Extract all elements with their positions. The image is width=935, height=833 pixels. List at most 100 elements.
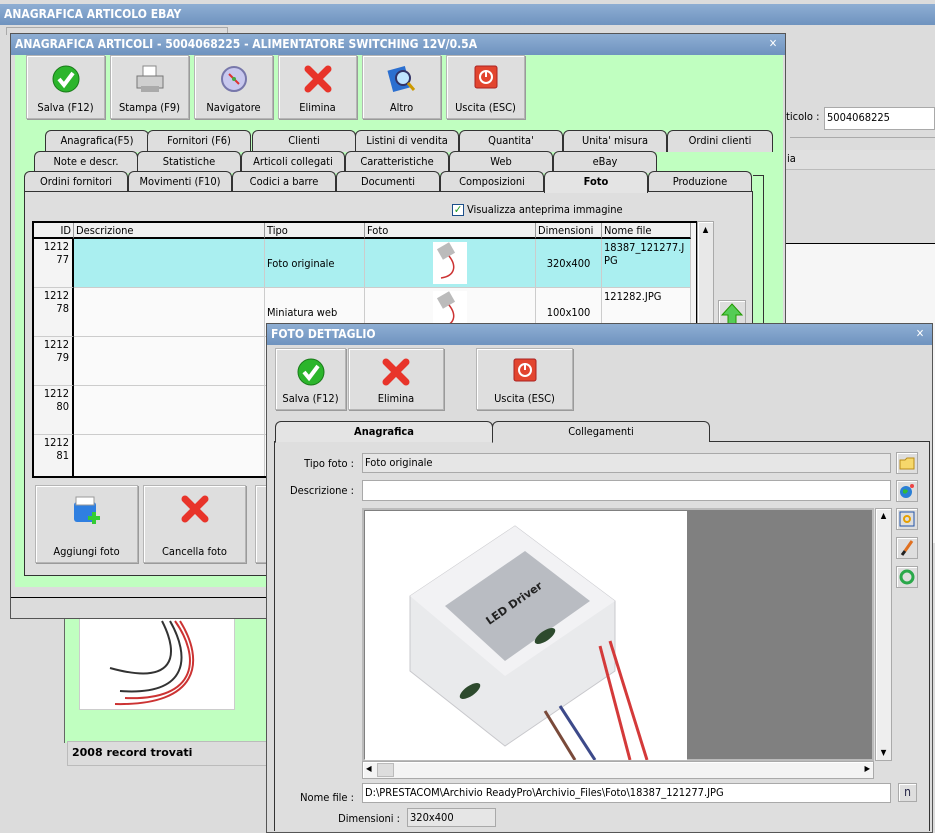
column-header-descrizione[interactable]: Descrizione (74, 223, 265, 239)
toolbar-button-salva-f12[interactable]: Salva (F12) (26, 55, 105, 119)
tab-ordini-fornitori[interactable]: Ordini fornitori (24, 171, 128, 193)
arrow-up-icon (720, 303, 744, 325)
tab-unita-misura[interactable]: Unita' misura (563, 130, 667, 152)
image-viewer[interactable]: LED Driver (362, 508, 874, 761)
power-icon (512, 357, 538, 386)
table-row-id[interactable]: 121278 (34, 288, 74, 337)
column-header-nome-file[interactable]: Nome file (602, 223, 691, 239)
scroll-down-icon[interactable]: ▼ (876, 746, 891, 760)
button-label: Uscita (ESC) (494, 392, 555, 405)
tab-movimenti-f10[interactable]: Movimenti (F10) (128, 171, 232, 193)
toolbar-button-altro[interactable]: Altro (362, 55, 441, 119)
toolbar-button-stampa-f9[interactable]: Stampa (F9) (110, 55, 189, 119)
detail-button-uscita-esc[interactable]: Uscita (ESC) (476, 348, 573, 410)
checkbox-checked-icon[interactable]: ✓ (452, 203, 464, 216)
tab-documenti[interactable]: Documenti (336, 171, 440, 193)
bottom-button-cancella-foto[interactable]: Cancella foto (143, 485, 246, 563)
rename-button[interactable]: n (898, 783, 917, 802)
scroll-thumb[interactable] (377, 763, 394, 777)
table-cell-descrizione[interactable] (74, 337, 265, 386)
browse-button[interactable] (896, 452, 918, 474)
button-label: Stampa (F9) (118, 101, 181, 114)
tab-quantita[interactable]: Quantita' (459, 130, 563, 152)
globe-button[interactable] (896, 480, 918, 502)
tab-caratteristiche[interactable]: Caratteristiche (345, 151, 449, 173)
title-text: ANAGRAFICA ARTICOLO EBAY (4, 7, 182, 21)
scroll-left-icon[interactable]: ◀ (366, 764, 372, 773)
edit-button[interactable] (896, 537, 918, 559)
button-label: Elimina (299, 101, 336, 114)
tab-collegamenti[interactable]: Collegamenti (492, 421, 710, 442)
image-hscrollbar[interactable]: ◀ ▶ (362, 761, 874, 779)
table-cell-descrizione[interactable] (74, 386, 265, 435)
product-thumbnail (79, 615, 235, 710)
button-label: Uscita (ESC) (455, 101, 516, 114)
table-row-id[interactable]: 121279 (34, 337, 74, 386)
tab-web[interactable]: Web (449, 151, 553, 173)
tipo-foto-field[interactable]: Foto originale (362, 453, 891, 473)
close-icon[interactable]: ✕ (914, 327, 926, 340)
refresh-button[interactable] (896, 566, 918, 588)
table-row-id[interactable]: 121281 (34, 435, 74, 476)
main-window-title: ANAGRAFICA ARTICOLI - 5004068225 - ALIME… (11, 34, 785, 55)
table-row-id[interactable]: 121280 (34, 386, 74, 435)
column-header-tipo[interactable]: Tipo (265, 223, 365, 239)
tab-codici-a-barre[interactable]: Codici a barre (232, 171, 336, 193)
nome-file-field[interactable]: D:\PRESTACOM\Archivio ReadyPro\Archivio_… (362, 783, 891, 803)
tab-fornitori-f6[interactable]: Fornitori (F6) (147, 130, 251, 152)
scroll-up-icon[interactable]: ▲ (876, 509, 891, 523)
table-cell-dimensioni[interactable]: 320x400 (536, 239, 602, 288)
tab-clienti[interactable]: Clienti (252, 130, 356, 152)
preview-checkbox[interactable]: ✓ Visualizza anteprima immagine (452, 203, 623, 216)
delete-x-icon (180, 494, 210, 527)
column-header-dimensioni[interactable]: Dimensioni (536, 223, 602, 239)
close-icon[interactable]: ✕ (767, 37, 779, 50)
detail-button-elimina[interactable]: Elimina (348, 348, 444, 410)
nome-file-label: Nome file : (300, 791, 354, 804)
tab-foto[interactable]: Foto (544, 171, 648, 193)
tab-anagrafica-f5[interactable]: Anagrafica(F5) (45, 130, 149, 152)
tab-listini-di-vendita[interactable]: Listini di vendita (355, 130, 459, 152)
scroll-right-icon[interactable]: ▶ (864, 764, 870, 773)
table-cell-descrizione[interactable] (74, 288, 265, 337)
fit-button[interactable] (896, 508, 918, 530)
checkbox-label: Visualizza anteprima immagine (467, 203, 623, 216)
fit-image-icon (899, 511, 915, 527)
tab-composizioni[interactable]: Composizioni (440, 171, 544, 193)
codice-field[interactable]: 5004068225 (824, 107, 935, 130)
back-partial-row: ia (785, 150, 935, 170)
toolbar-button-elimina[interactable]: Elimina (278, 55, 357, 119)
column-header-foto[interactable]: Foto (365, 223, 536, 239)
table-cell-descrizione[interactable] (74, 435, 265, 476)
table-row-id[interactable]: 121277 (34, 239, 74, 288)
brush-icon (900, 540, 914, 556)
toolbar-button-uscita-esc[interactable]: Uscita (ESC) (446, 55, 525, 119)
bottom-button-aggiungi-foto[interactable]: Aggiungi foto (35, 485, 138, 563)
tab-statistiche[interactable]: Statistiche (137, 151, 241, 173)
tab-anagrafica[interactable]: Anagrafica (275, 421, 493, 443)
button-label: Altro (389, 101, 414, 114)
title-text: FOTO DETTAGLIO (271, 327, 376, 341)
table-cell-descrizione[interactable] (74, 239, 265, 288)
photo-thumbnail (433, 242, 467, 284)
column-header-id[interactable]: ID (34, 223, 74, 239)
table-cell-nome-file[interactable]: 18387_121277.JPG (602, 239, 691, 288)
descrizione-field[interactable] (362, 480, 891, 501)
back-green-panel (64, 615, 270, 743)
detail-window-title: FOTO DETTAGLIO ✕ (267, 324, 932, 345)
image-vscrollbar[interactable]: ▲ ▼ (875, 508, 892, 761)
descrizione-label: Descrizione : (290, 484, 354, 497)
product-image: LED Driver (365, 511, 687, 760)
tab-ordini-clienti[interactable]: Ordini clienti (667, 130, 773, 152)
tab-note-e-descr[interactable]: Note e descr. (34, 151, 138, 173)
tab-articoli-collegati[interactable]: Articoli collegati (241, 151, 345, 173)
detail-button-salva-f12[interactable]: Salva (F12) (275, 348, 346, 410)
table-cell-foto[interactable] (365, 239, 536, 288)
search-book-icon (386, 64, 418, 97)
tab-produzione[interactable]: Produzione (648, 171, 752, 193)
back-window-title: ANAGRAFICA ARTICOLO EBAY (0, 4, 935, 25)
table-cell-tipo[interactable]: Foto originale (265, 239, 365, 288)
tab-ebay[interactable]: eBay (553, 151, 657, 173)
scroll-up-icon[interactable]: ▲ (698, 222, 713, 238)
toolbar-button-navigatore[interactable]: Navigatore (194, 55, 273, 119)
